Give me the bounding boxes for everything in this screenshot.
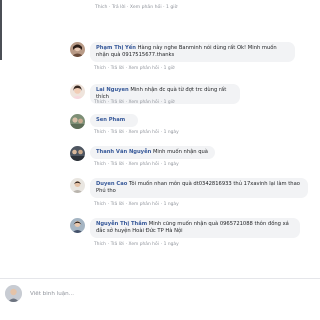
view-replies-link[interactable]: Xem phản hồi: [129, 162, 159, 167]
comment-bubble: Duyen Cao Tôi muốn nhan môn quà dt034281…: [90, 178, 308, 198]
comment-actions: Thích · Trả lời · Xem phản hồi · 1 ngày: [94, 202, 179, 207]
avatar[interactable]: [70, 178, 85, 193]
reply-link[interactable]: Trả lời: [112, 5, 126, 10]
comment-actions: Thích · Trả lời · Xem phản hồi · 1 giờ: [94, 66, 175, 71]
current-user-avatar: [5, 285, 22, 302]
reply-link[interactable]: Trả lời: [111, 202, 124, 207]
reply-link[interactable]: Trả lời: [111, 130, 124, 135]
timestamp: 1 giờ: [163, 100, 175, 105]
page-bottom: [0, 308, 320, 320]
previous-comment-meta: Thích · Trả lời · Xem phản hồi · 1 giờ: [95, 5, 178, 10]
like-link[interactable]: Thích: [94, 242, 106, 247]
timestamp: 1 ngày: [163, 130, 179, 135]
comment-bubble: Thanh Văn Nguyễn Minh muốn nhận quà: [90, 146, 215, 159]
like-link[interactable]: Thích: [94, 66, 106, 71]
comment-actions: Thích · Trả lời · Xem phản hồi · 1 ngày: [94, 162, 179, 167]
previous-comment-area: Thích · Trả lời · Xem phản hồi · 1 giờ: [0, 0, 320, 60]
avatar[interactable]: [70, 114, 85, 129]
write-comment-input[interactable]: [30, 287, 290, 300]
comment-bubble: Sen Pham: [90, 114, 138, 127]
avatar[interactable]: [70, 42, 85, 57]
timestamp: 1 ngày: [163, 202, 179, 207]
view-replies-link[interactable]: Xem phản hồi: [129, 242, 159, 247]
avatar[interactable]: [70, 84, 85, 99]
timestamp: 1 ngày: [163, 162, 179, 167]
comment-text: Tôi muốn nhan môn quà dt0342816933 thủ 1…: [96, 181, 300, 194]
timestamp: 1 giờ: [166, 5, 178, 10]
like-link[interactable]: Thích: [94, 130, 106, 135]
left-edge-bar: [0, 0, 2, 60]
avatar[interactable]: [70, 218, 85, 233]
like-link[interactable]: Thích: [94, 202, 106, 207]
commenter-name[interactable]: Lai Nguyen: [96, 87, 129, 93]
reply-link[interactable]: Trả lời: [111, 66, 124, 71]
commenter-name[interactable]: Duyen Cao: [96, 181, 127, 187]
comment-composer: [0, 278, 320, 308]
view-replies-link[interactable]: Xem phản hồi: [129, 130, 159, 135]
view-replies-link[interactable]: Xem phản hồi: [129, 202, 159, 207]
comment-actions: Thích · Trả lời · Xem phản hồi · 1 ngày: [94, 130, 179, 135]
commenter-name[interactable]: Thanh Văn Nguyễn: [96, 149, 151, 155]
comment-text: Minh muốn nhận quà: [152, 149, 208, 155]
commenter-name[interactable]: Phạm Thị Yến: [96, 45, 136, 51]
commenter-name[interactable]: Nguyễn Thị Thắm: [96, 221, 147, 227]
view-replies-link[interactable]: Xem phản hồi: [129, 66, 159, 71]
comment-bubble: Nguyễn Thị Thắm Minh cũng muốn nhận quà …: [90, 218, 300, 238]
like-link[interactable]: Thích: [94, 100, 106, 105]
like-link[interactable]: Thích: [94, 162, 106, 167]
view-replies-link[interactable]: Xem phản hồi: [130, 5, 162, 10]
avatar[interactable]: [70, 146, 85, 161]
commenter-name[interactable]: Sen Pham: [96, 117, 125, 123]
timestamp: 1 giờ: [163, 66, 175, 71]
reply-link[interactable]: Trả lời: [111, 242, 124, 247]
view-replies-link[interactable]: Xem phản hồi: [129, 100, 159, 105]
reply-link[interactable]: Trả lời: [111, 162, 124, 167]
comment-actions: Thích · Trả lời · Xem phản hồi · 1 ngày: [94, 242, 179, 247]
comment-actions: Thích · Trả lời · Xem phản hồi · 1 giờ: [94, 100, 175, 105]
timestamp: 1 ngày: [163, 242, 179, 247]
comment-bubble: Phạm Thị Yến Hàng này nghe Banminh nói d…: [90, 42, 295, 62]
reply-link[interactable]: Trả lời: [111, 100, 124, 105]
like-link[interactable]: Thích: [95, 5, 107, 10]
